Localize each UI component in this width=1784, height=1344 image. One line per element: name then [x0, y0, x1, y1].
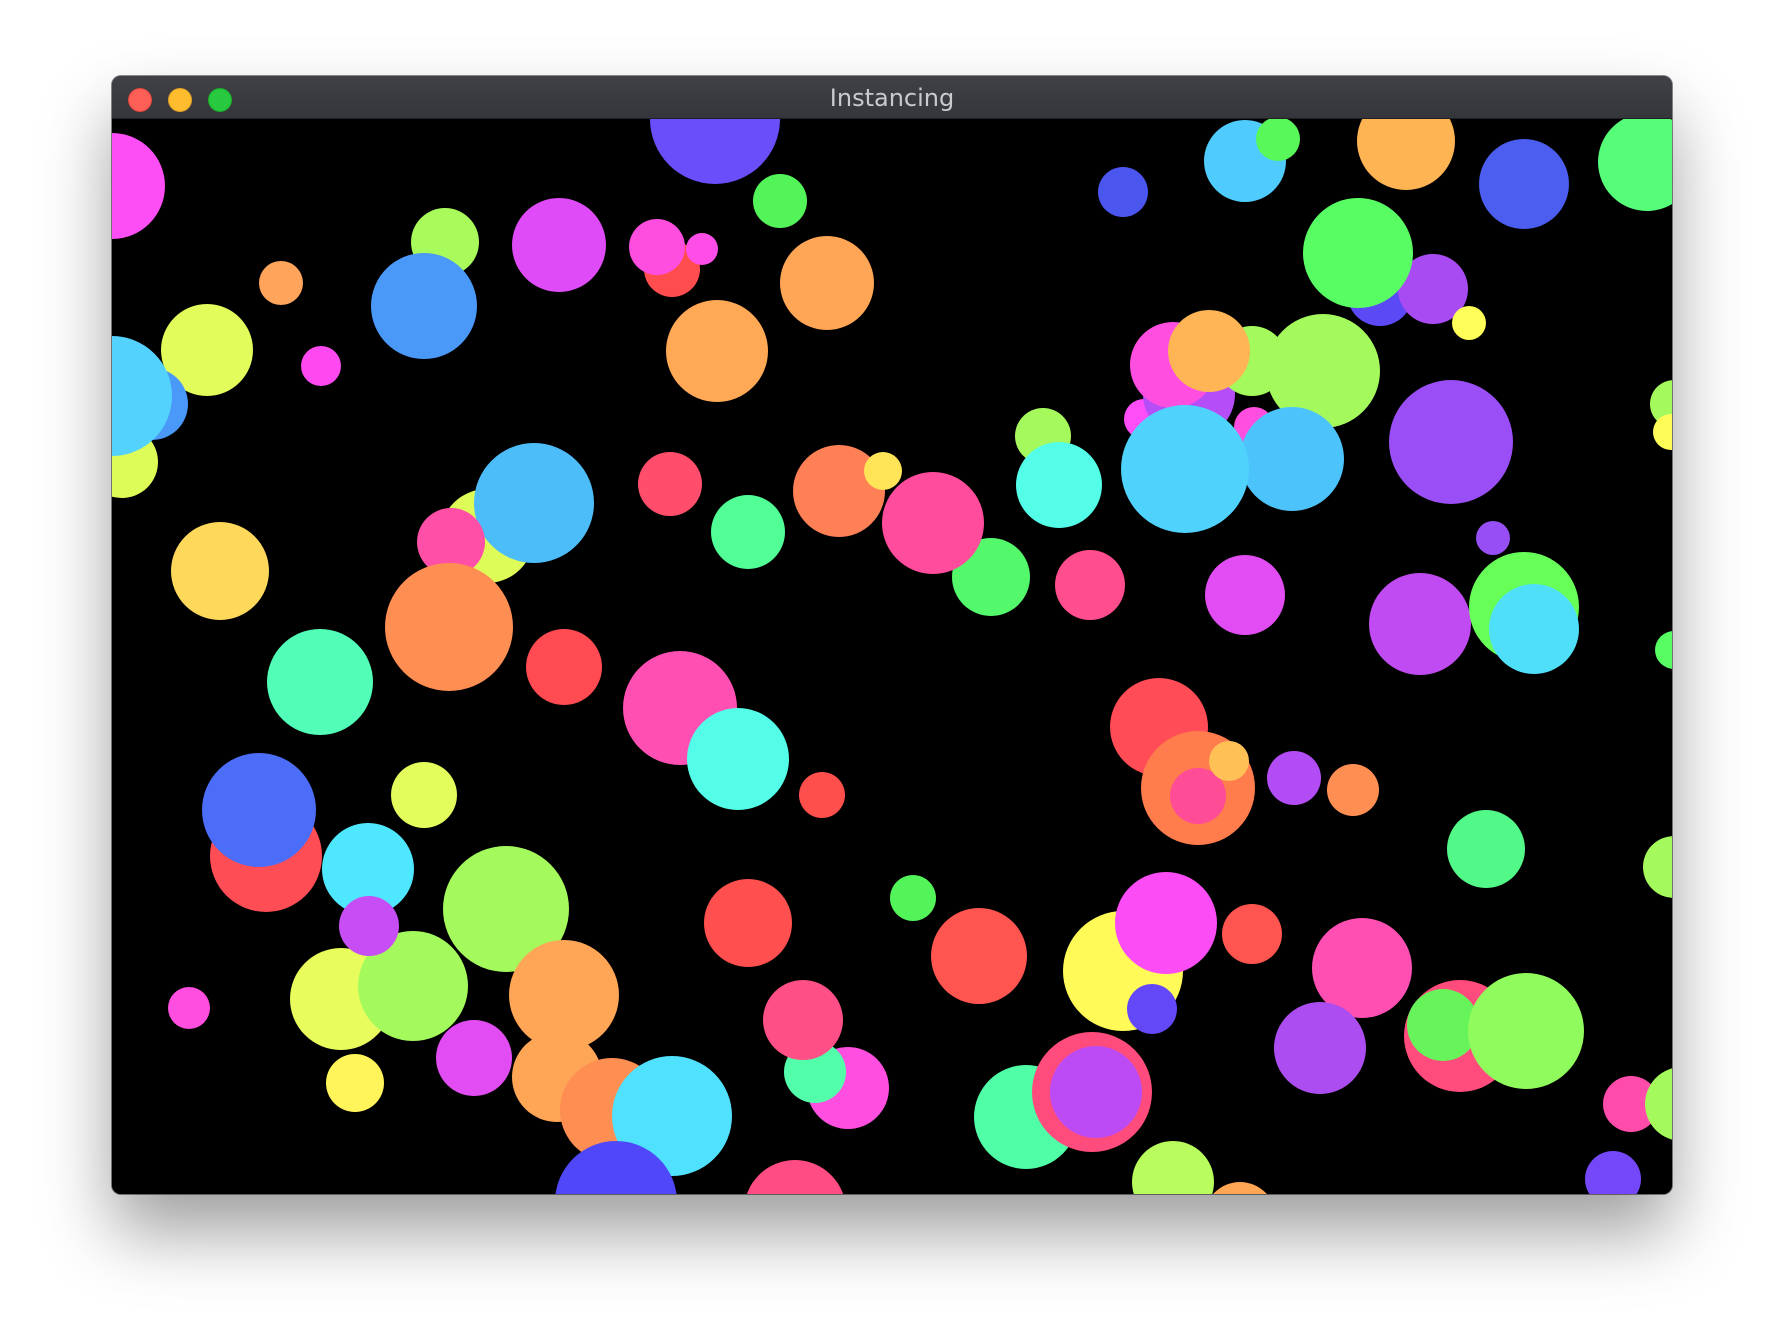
instanced-circle — [799, 772, 845, 818]
instanced-circle — [326, 1054, 384, 1112]
instanced-circle — [1115, 872, 1217, 974]
instanced-circle — [1016, 442, 1102, 528]
instanced-circles-scene — [112, 119, 1672, 1194]
instanced-circle — [1256, 119, 1300, 161]
instanced-circle — [526, 629, 602, 705]
instanced-circle — [512, 198, 606, 292]
instanced-circle — [864, 452, 902, 490]
instanced-circle — [1489, 584, 1579, 674]
instanced-circle — [638, 452, 702, 516]
instanced-circle — [202, 753, 316, 867]
instanced-circle — [391, 762, 457, 828]
instanced-circle — [704, 879, 792, 967]
instanced-circle — [1476, 521, 1510, 555]
instanced-circle — [1369, 573, 1471, 675]
instanced-circle — [371, 253, 477, 359]
instanced-circle — [1479, 139, 1569, 229]
instanced-circle — [436, 1020, 512, 1096]
window-title: Instancing — [829, 84, 955, 112]
instanced-circle — [687, 708, 789, 810]
instanced-circle — [1205, 555, 1285, 635]
instanced-circle — [763, 980, 843, 1060]
instanced-circle — [1098, 167, 1148, 217]
instanced-circle — [339, 896, 399, 956]
instanced-circle — [1303, 198, 1413, 308]
instanced-circle — [1274, 1002, 1366, 1094]
instanced-circle — [1240, 407, 1344, 511]
instanced-circle — [1127, 984, 1177, 1034]
instanced-circle — [168, 987, 210, 1029]
instanced-circle — [267, 629, 373, 735]
instanced-circle — [1055, 550, 1125, 620]
title-bar[interactable]: Instancing — [112, 76, 1672, 119]
instanced-circle — [171, 522, 269, 620]
render-canvas[interactable] — [112, 119, 1672, 1194]
instanced-circle — [882, 472, 984, 574]
instanced-circle — [1121, 405, 1249, 533]
instanced-circle — [1468, 973, 1584, 1089]
instanced-circle — [711, 495, 785, 569]
instanced-circle — [1050, 1046, 1142, 1138]
instanced-circle — [1209, 741, 1249, 781]
instanced-circle — [629, 219, 685, 275]
instanced-circle — [1389, 380, 1513, 504]
instanced-circle — [385, 563, 513, 691]
app-window: Instancing — [112, 76, 1672, 1194]
instanced-circle — [931, 908, 1027, 1004]
instanced-circle — [1452, 306, 1486, 340]
instanced-circle — [1267, 751, 1321, 805]
instanced-circle — [259, 261, 303, 305]
instanced-circle — [780, 236, 874, 330]
instanced-circle — [666, 300, 768, 402]
instanced-circle — [1168, 310, 1250, 392]
instanced-circle — [301, 346, 341, 386]
instanced-circle — [1222, 904, 1282, 964]
instanced-circle — [686, 233, 718, 265]
instanced-circle — [474, 443, 594, 563]
instanced-circle — [1407, 989, 1479, 1061]
instanced-circle — [1327, 764, 1379, 816]
instanced-circle — [1447, 810, 1525, 888]
instanced-circle — [753, 174, 807, 228]
instanced-circle — [890, 875, 936, 921]
